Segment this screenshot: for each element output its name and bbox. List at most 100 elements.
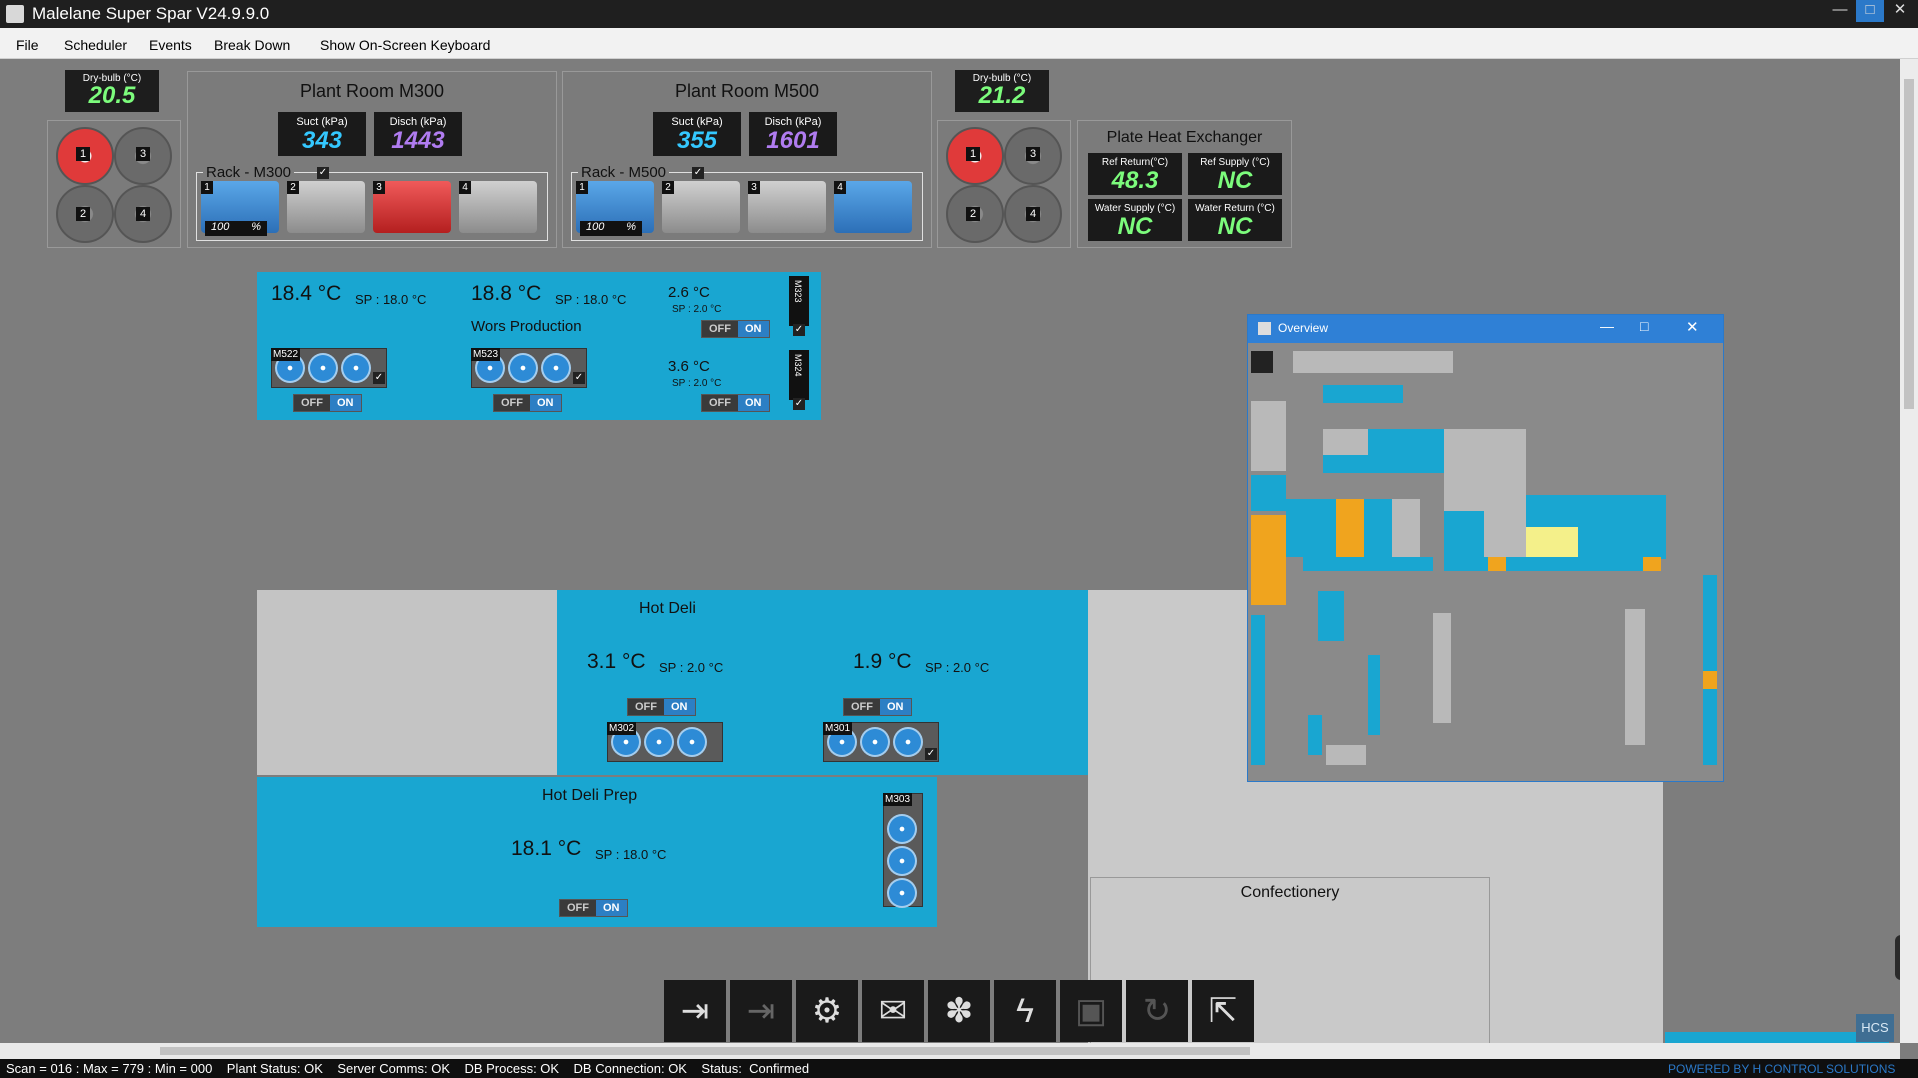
- popout-icon[interactable]: ⇱: [1192, 980, 1254, 1042]
- unit-checkbox[interactable]: ✓: [793, 324, 805, 336]
- on-off-toggle[interactable]: OFF ON: [701, 320, 770, 338]
- vertical-scrollbar[interactable]: [1900, 59, 1918, 1043]
- unit-label: M302: [607, 722, 637, 735]
- rack-m300[interactable]: Rack - M300 ✓ 1 2 3 4 100 %: [196, 164, 548, 241]
- condenser-left[interactable]: 1 3 2 4: [47, 120, 181, 248]
- window-title: Malelane Super Spar V24.9.9.0: [32, 4, 270, 23]
- evaporator-m303[interactable]: [883, 793, 923, 908]
- toggle-on[interactable]: ON: [738, 395, 769, 411]
- menu-break-down[interactable]: Break Down: [214, 37, 290, 53]
- toggle-off[interactable]: OFF: [702, 395, 738, 411]
- suction-label: Suct (kPa): [671, 116, 723, 128]
- zone-temperature: 2.6 °C: [668, 284, 710, 301]
- menu-on-screen-keyboard[interactable]: Show On-Screen Keyboard: [320, 37, 490, 53]
- unit-checkbox[interactable]: ✓: [373, 372, 385, 384]
- plate-heat-exchanger: Plate Heat Exchanger Ref Return(°C) 48.3…: [1077, 120, 1292, 248]
- evaporator-fan-icon: [508, 353, 538, 383]
- rack-checkbox[interactable]: ✓: [692, 167, 704, 179]
- zone-temperature: 3.6 °C: [668, 358, 710, 375]
- unit-m324[interactable]: M324: [789, 350, 809, 400]
- unit-checkbox[interactable]: ✓: [925, 748, 937, 760]
- plant-room-m300: Plant Room M300 Suct (kPa) 343 Disch (kP…: [187, 71, 557, 248]
- ref-return-value: 48.3: [1111, 167, 1159, 194]
- evaporator-fan-icon: [644, 727, 674, 757]
- menu-file[interactable]: File: [16, 37, 39, 53]
- mail-icon[interactable]: ✉: [862, 980, 924, 1042]
- rack-checkbox[interactable]: ✓: [317, 167, 329, 179]
- zone-temperature: 1.9 °C: [853, 650, 912, 673]
- fan-number: 3: [1026, 147, 1040, 161]
- toggle-on[interactable]: ON: [880, 699, 911, 715]
- condenser-right[interactable]: 1 3 2 4: [937, 120, 1071, 248]
- on-off-toggle[interactable]: OFF ON: [843, 698, 912, 716]
- rack-m500[interactable]: Rack - M500 ✓ 1 2 3 4 100 %: [571, 164, 923, 241]
- toggle-off[interactable]: OFF: [560, 900, 596, 916]
- suction-label: Suct (kPa): [296, 116, 348, 128]
- discharge-pressure: Disch (kPa) 1601: [749, 112, 837, 156]
- fan-number: 1: [76, 147, 90, 161]
- scrollbar-thumb[interactable]: [160, 1047, 1250, 1055]
- evaporator-fan-icon: [341, 353, 371, 383]
- toggle-on[interactable]: ON: [330, 395, 361, 411]
- evaporator-fan-icon: [887, 846, 917, 876]
- user-settings-icon[interactable]: ⚙: [796, 980, 858, 1042]
- toggle-off[interactable]: OFF: [844, 699, 880, 715]
- fan-number: 3: [136, 147, 150, 161]
- toggle-off[interactable]: OFF: [294, 395, 330, 411]
- phe-title: Plate Heat Exchanger: [1106, 129, 1263, 146]
- zone-setpoint: SP : 18.0 °C: [595, 847, 667, 862]
- zone-hot-deli-prep[interactable]: Hot Deli Prep 18.1 °C SP : 18.0 °C OFF O…: [257, 777, 937, 927]
- minimap-block: [1323, 455, 1444, 473]
- logout-icon[interactable]: ⇥: [730, 980, 792, 1042]
- minimize-button[interactable]: —: [1600, 318, 1614, 334]
- minimap-block: [1303, 557, 1433, 571]
- water-supply-label: Water Supply (°C): [1094, 203, 1176, 214]
- plant-room-title: Plant Room M500: [674, 81, 820, 101]
- unit-label: M522: [271, 348, 301, 361]
- menu-scheduler[interactable]: Scheduler: [64, 37, 127, 53]
- toggle-on[interactable]: ON: [596, 900, 627, 916]
- on-off-toggle[interactable]: OFF ON: [559, 899, 628, 917]
- zone-setpoint: SP : 18.0 °C: [355, 292, 427, 307]
- menu-events[interactable]: Events: [149, 37, 192, 53]
- scrollbar-thumb[interactable]: [1904, 79, 1914, 409]
- compressor-number: 3: [373, 181, 385, 194]
- title-bar: Malelane Super Spar V24.9.9.0 — □ ✕: [0, 0, 1918, 28]
- status-text: Scan = 016 : Max = 779 : Min = 000 Plant…: [6, 1061, 810, 1076]
- zone-hot-deli[interactable]: Hot Deli 3.1 °C SP : 2.0 °C 1.9 °C SP : …: [557, 590, 1088, 775]
- minimize-button[interactable]: —: [1826, 0, 1854, 22]
- on-off-toggle[interactable]: OFF ON: [493, 394, 562, 412]
- login-icon[interactable]: ⇥: [664, 980, 726, 1042]
- maximize-button[interactable]: □: [1640, 318, 1648, 334]
- on-off-toggle[interactable]: OFF ON: [701, 394, 770, 412]
- zone-setpoint: SP : 2.0 °C: [925, 660, 990, 675]
- close-button[interactable]: ✕: [1686, 318, 1699, 336]
- toggle-on[interactable]: ON: [738, 321, 769, 337]
- zone-setpoint: SP : 2.0 °C: [672, 304, 722, 315]
- close-button[interactable]: ✕: [1886, 0, 1914, 22]
- compressor-number: 3: [748, 181, 760, 194]
- toggle-off[interactable]: OFF: [628, 699, 664, 715]
- ref-return-label: Ref Return(°C): [1101, 157, 1169, 168]
- discharge-pressure: Disch (kPa) 1443: [374, 112, 462, 156]
- unit-m323[interactable]: M323: [789, 276, 809, 326]
- maximize-button[interactable]: □: [1856, 0, 1884, 22]
- toggle-off[interactable]: OFF: [702, 321, 738, 337]
- alarm-icon[interactable]: ✽: [928, 980, 990, 1042]
- save-icon[interactable]: ▣: [1060, 980, 1122, 1042]
- refresh-icon[interactable]: ↻: [1126, 980, 1188, 1042]
- zone-title: Confectionery: [1240, 884, 1340, 901]
- toggle-on[interactable]: ON: [530, 395, 561, 411]
- power-icon[interactable]: ϟ: [994, 980, 1056, 1042]
- toggle-on[interactable]: ON: [664, 699, 695, 715]
- plant-room-title: Plant Room M300: [299, 81, 445, 101]
- compressor-number: 2: [287, 181, 299, 194]
- toggle-off[interactable]: OFF: [494, 395, 530, 411]
- on-off-toggle[interactable]: OFF ON: [293, 394, 362, 412]
- horizontal-scrollbar[interactable]: [0, 1043, 1900, 1059]
- unit-checkbox[interactable]: ✓: [573, 372, 585, 384]
- unit-checkbox[interactable]: ✓: [793, 398, 805, 410]
- overview-window[interactable]: Overview — □ ✕: [1247, 314, 1724, 782]
- zone-wors-production[interactable]: 18.4 °C SP : 18.0 °C 18.8 °C SP : 18.0 °…: [257, 272, 821, 420]
- on-off-toggle[interactable]: OFF ON: [627, 698, 696, 716]
